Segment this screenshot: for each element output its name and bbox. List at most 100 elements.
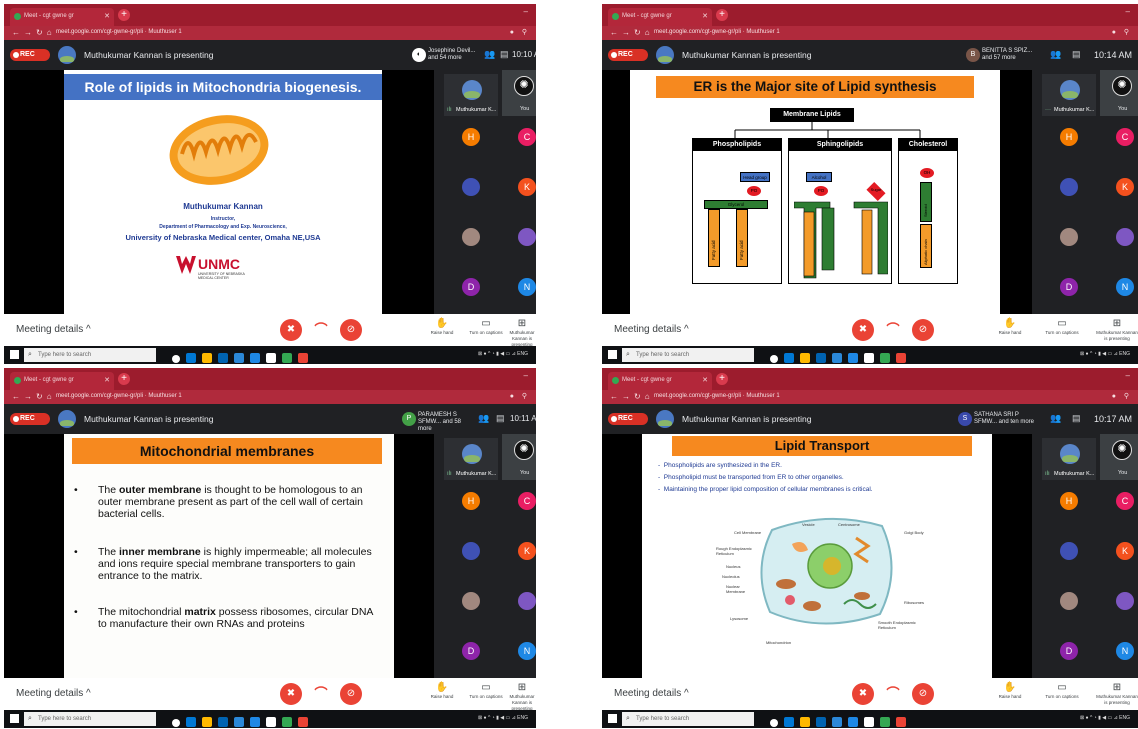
raise-hand-button[interactable]: ✋ Raise hand: [986, 682, 1034, 700]
close-tab-icon[interactable]: ✕: [104, 12, 110, 20]
url-field[interactable]: meet.google.com/cgt-gwne-gr/pli · Muuthu…: [654, 393, 780, 399]
reload-icon[interactable]: ↻: [36, 392, 47, 401]
presenter-tile[interactable]: ılı Muthukumar K...: [444, 438, 498, 480]
opera-icon[interactable]: [896, 717, 906, 727]
mail-icon[interactable]: [832, 717, 842, 727]
new-tab-icon[interactable]: +: [118, 373, 130, 385]
system-tray[interactable]: ⊠ ● ^ ◔ ▮ ◀ ▭ ⊿ ENG: [478, 351, 528, 357]
participant-photo-2[interactable]: [462, 592, 480, 610]
forward-icon[interactable]: →: [24, 28, 36, 37]
chrome-icon[interactable]: [282, 353, 292, 363]
extensions-icon[interactable]: ● ⚲: [1112, 28, 1132, 36]
edge-icon[interactable]: [784, 353, 794, 363]
camera-off-icon[interactable]: ⊘: [340, 683, 362, 705]
minimize-icon[interactable]: –: [524, 7, 528, 16]
participant-d[interactable]: D: [1060, 278, 1078, 296]
viewers-label[interactable]: SATHANA SRI P SFMW... and ten more: [974, 412, 1040, 426]
windows-icon[interactable]: [10, 714, 19, 723]
chat-icon[interactable]: ▤: [1072, 413, 1081, 424]
browser-tab[interactable]: Meet - cgt gwne gr ✕: [608, 8, 712, 26]
explorer-icon[interactable]: [202, 717, 212, 727]
participant-photo-2[interactable]: [462, 228, 480, 246]
presenter-tile[interactable]: ılı Muthukumar K...: [444, 74, 498, 116]
url-field[interactable]: meet.google.com/cgt-gwne-gr/pli · Muuthu…: [56, 393, 182, 399]
minimize-icon[interactable]: –: [1126, 7, 1130, 16]
participant-photo-3[interactable]: [1116, 592, 1134, 610]
participant-d[interactable]: D: [462, 642, 480, 660]
new-tab-icon[interactable]: +: [118, 9, 130, 21]
captions-button[interactable]: ▭ Turn on captions: [1038, 682, 1086, 700]
camera-off-icon[interactable]: ⊘: [340, 319, 362, 341]
store-icon[interactable]: [816, 353, 826, 363]
participant-photo-1[interactable]: [462, 178, 480, 196]
system-tray[interactable]: ⊠ ● ^ ◔ ▮ ◀ ▭ ⊿ ENG: [478, 715, 528, 721]
participant-h[interactable]: H: [462, 128, 480, 146]
reload-icon[interactable]: ↻: [634, 392, 645, 401]
participant-photo-1[interactable]: [1060, 178, 1078, 196]
back-icon[interactable]: ←: [610, 392, 622, 401]
chat-icon[interactable]: ▤: [496, 413, 505, 424]
windows-icon[interactable]: [608, 350, 617, 359]
present-button[interactable]: ⊞ Muthukumar Kannan is presenting: [504, 318, 536, 348]
presenter-tile[interactable]: ılı Muthukumar K...: [1042, 438, 1096, 480]
url-field[interactable]: meet.google.com/cgt-gwne-gr/pli · Muuthu…: [56, 29, 182, 35]
raise-hand-button[interactable]: ✋ Raise hand: [986, 318, 1034, 336]
windows-icon[interactable]: [608, 714, 617, 723]
url-field[interactable]: meet.google.com/cgt-gwne-gr/pli · Muuthu…: [654, 29, 780, 35]
chrome-icon[interactable]: [880, 717, 890, 727]
present-button[interactable]: ⊞ Muthukumar Kannan is presenting: [504, 682, 536, 712]
participant-photo-2[interactable]: [1060, 228, 1078, 246]
taskbar-search[interactable]: Type here to search: [24, 348, 156, 362]
close-tab-icon[interactable]: ✕: [702, 12, 708, 20]
nav-buttons[interactable]: ←→↻⌂: [12, 28, 56, 37]
self-tile[interactable]: ✺ You: [1100, 434, 1138, 480]
participant-photo-1[interactable]: [462, 542, 480, 560]
home-icon[interactable]: ⌂: [645, 28, 654, 37]
word-icon[interactable]: [250, 353, 260, 363]
meeting-details-button[interactable]: Meeting details ^: [614, 324, 689, 335]
edge-icon[interactable]: [784, 717, 794, 727]
edge-icon[interactable]: [186, 353, 196, 363]
reload-icon[interactable]: ↻: [36, 28, 47, 37]
app-icon[interactable]: [864, 717, 874, 727]
chrome-icon[interactable]: [880, 353, 890, 363]
home-icon[interactable]: ⌂: [645, 392, 654, 401]
participant-c[interactable]: C: [1116, 128, 1134, 146]
raise-hand-button[interactable]: ✋ Raise hand: [418, 682, 466, 700]
taskbar-search[interactable]: Type here to search: [622, 348, 754, 362]
cortana-icon[interactable]: [770, 719, 778, 727]
viewers-label[interactable]: BENITTA S SPIZ... and 57 more: [982, 48, 1042, 62]
taskbar-search[interactable]: Type here to search: [622, 712, 754, 726]
self-tile[interactable]: ✺ You: [502, 70, 536, 116]
store-icon[interactable]: [816, 717, 826, 727]
viewers-label[interactable]: PARAMESH S SFMW... and 58 more: [418, 412, 474, 433]
mic-off-icon[interactable]: ✖: [280, 683, 302, 705]
participant-h[interactable]: H: [462, 492, 480, 510]
back-icon[interactable]: ←: [12, 392, 24, 401]
close-tab-icon[interactable]: ✕: [104, 376, 110, 384]
system-tray[interactable]: ⊠ ● ^ ◔ ▮ ◀ ▭ ⊿ ENG: [1080, 351, 1130, 357]
participant-n[interactable]: N: [518, 278, 536, 296]
minimize-icon[interactable]: –: [524, 371, 528, 380]
self-tile[interactable]: ✺ You: [502, 434, 536, 480]
app-icon[interactable]: [266, 717, 276, 727]
end-call-icon[interactable]: ⌒: [882, 319, 904, 341]
participant-photo-2[interactable]: [1060, 592, 1078, 610]
explorer-icon[interactable]: [202, 353, 212, 363]
app-icon[interactable]: [266, 353, 276, 363]
extensions-icon[interactable]: ● ⚲: [1112, 392, 1132, 400]
home-icon[interactable]: ⌂: [47, 392, 56, 401]
minimize-icon[interactable]: –: [1126, 371, 1130, 380]
reload-icon[interactable]: ↻: [634, 28, 645, 37]
raise-hand-button[interactable]: ✋ Raise hand: [418, 318, 466, 336]
browser-tab[interactable]: Meet - cgt gwne gr ✕: [10, 8, 114, 26]
end-call-icon[interactable]: ⌒: [310, 683, 332, 705]
close-tab-icon[interactable]: ✕: [702, 376, 708, 384]
cortana-icon[interactable]: [172, 719, 180, 727]
back-icon[interactable]: ←: [12, 28, 24, 37]
presenter-tile[interactable]: ··· Muthukumar K...: [1042, 74, 1096, 116]
forward-icon[interactable]: →: [622, 28, 634, 37]
present-button[interactable]: ⊞ Muthukumar Kannan is presenting: [1096, 682, 1138, 706]
word-icon[interactable]: [250, 717, 260, 727]
captions-button[interactable]: ▭ Turn on captions: [462, 318, 510, 336]
